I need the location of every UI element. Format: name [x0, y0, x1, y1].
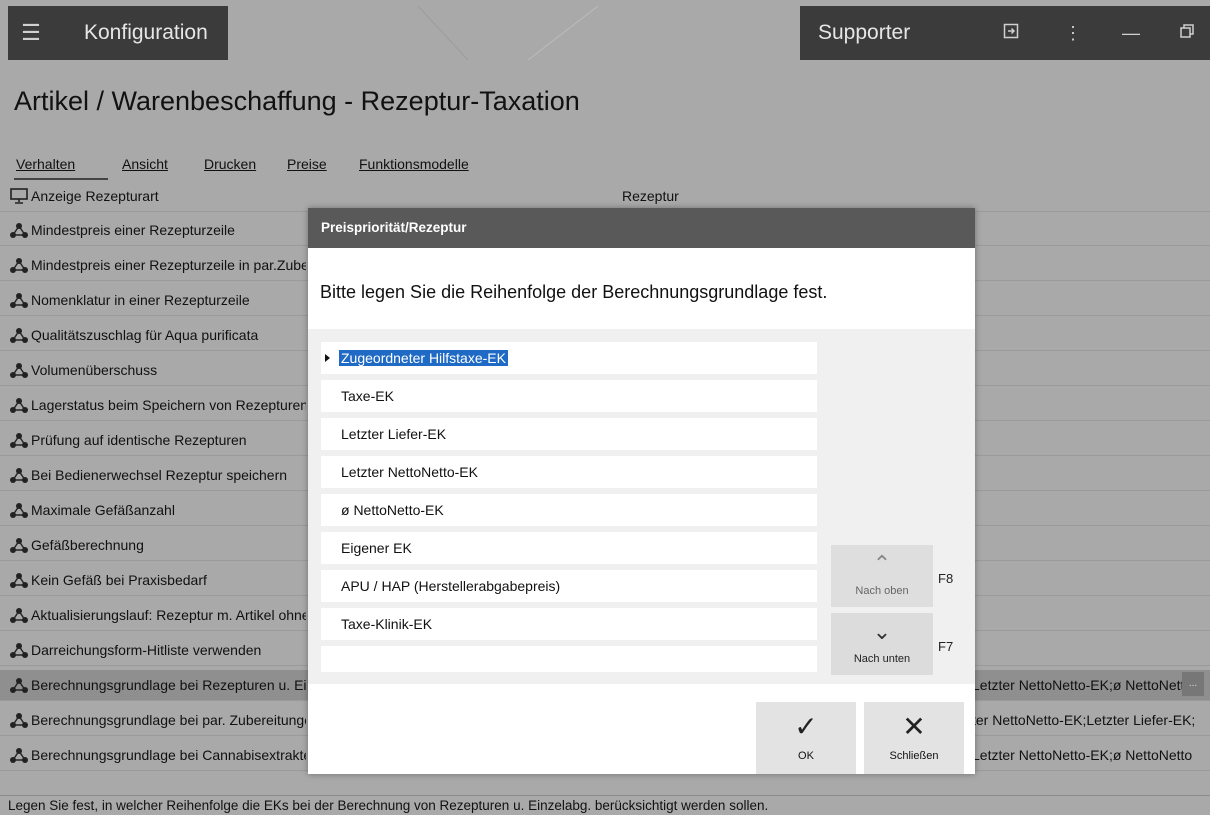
row-label: Kein Gefäß bei Praxisbedarf — [31, 572, 207, 588]
list-item[interactable]: Eigener EK — [321, 532, 817, 564]
move-down-label: Nach unten — [853, 653, 911, 665]
network-icon — [10, 713, 28, 728]
ellipsis-button[interactable]: ... — [1182, 672, 1204, 696]
network-icon — [10, 398, 28, 413]
network-icon — [10, 643, 28, 658]
network-icon — [10, 433, 28, 448]
check-icon: ✓ — [794, 711, 818, 742]
page-title: Artikel / Warenbeschaffung - Rezeptur-Ta… — [14, 86, 580, 116]
list-item-empty[interactable] — [321, 646, 817, 672]
list-item[interactable]: Letzter Liefer-EK — [321, 418, 817, 450]
dialog-body: Zugeordneter Hilfstaxe-EK Taxe-EK Letzte… — [308, 329, 975, 684]
row-label: Qualitätszuschlag für Aqua purificata — [31, 327, 259, 343]
row-label: Bei Bedienerwechsel Rezeptur speichern — [31, 467, 288, 483]
row-value: Letzter NettoNetto-EK;ø NettoNetto — [972, 747, 1193, 763]
move-down-shortcut: F7 — [938, 639, 954, 654]
list-item[interactable]: Taxe-Klinik-EK — [321, 608, 817, 640]
row-value: Rezeptur — [622, 188, 679, 204]
dialog-footer: ✓ OK ✕ Schließen — [308, 684, 975, 774]
monitor-icon — [10, 188, 28, 204]
list-item-label: Letzter NettoNetto-EK — [341, 464, 478, 480]
network-icon — [10, 538, 28, 553]
tab-funktionsmodelle[interactable]: Funktionsmodelle — [359, 156, 469, 172]
user-label[interactable]: Supporter — [818, 6, 910, 60]
move-up-button[interactable]: ⌃ Nach oben — [831, 545, 933, 607]
list-item-selected[interactable]: Zugeordneter Hilfstaxe-EK — [321, 342, 817, 374]
list-item[interactable]: APU / HAP (Herstellerabgabepreis) — [321, 570, 817, 602]
priority-list[interactable]: Zugeordneter Hilfstaxe-EK Taxe-EK Letzte… — [321, 342, 817, 672]
tab-preise[interactable]: Preise — [287, 156, 327, 172]
list-item[interactable]: Taxe-EK — [321, 380, 817, 412]
list-item-label: Taxe-EK — [341, 388, 394, 404]
network-icon — [10, 328, 28, 343]
row-label: Berechnungsgrundlage bei Rezepturen u. E… — [31, 677, 306, 693]
row-label: Darreichungsform-Hitliste verwenden — [31, 642, 262, 658]
network-icon — [10, 258, 28, 273]
list-item-label: ø NettoNetto-EK — [341, 502, 444, 518]
row-label: Aktualisierungslauf: Rezeptur m. Artikel… — [31, 607, 306, 623]
dialog-instruction: Bitte legen Sie die Reihenfolge der Bere… — [320, 282, 828, 302]
title-decoration — [417, 6, 599, 60]
row-label: Berechnungsgrundlage bei Cannabisextrakt… — [31, 747, 306, 763]
list-item-label: APU / HAP (Herstellerabgabepreis) — [341, 578, 561, 594]
more-icon[interactable]: ⋮ — [1058, 18, 1088, 48]
restore-icon[interactable] — [1172, 18, 1202, 48]
row-value: Letzter NettoNetto-EK;ø NettoNetto — [972, 677, 1193, 693]
dialog-title: Preispriorität/Rezeptur — [308, 208, 975, 248]
row-label: Maximale Gefäßanzahl — [31, 502, 175, 518]
move-down-button[interactable]: ⌄ Nach unten — [831, 613, 933, 675]
move-up-label: Nach oben — [855, 585, 909, 597]
network-icon — [10, 573, 28, 588]
move-up-shortcut: F8 — [938, 571, 954, 586]
ok-label: OK — [798, 750, 814, 762]
logout-icon[interactable] — [996, 18, 1026, 48]
title-left-panel: ☰ Konfiguration — [8, 6, 228, 60]
menu-icon[interactable]: ☰ — [16, 18, 46, 48]
network-icon — [10, 223, 28, 238]
row-label: Prüfung auf identische Rezepturen — [31, 432, 247, 448]
price-priority-dialog: Preispriorität/Rezeptur Bitte legen Sie … — [308, 208, 975, 774]
row-label: Lagerstatus beim Speichern von Rezepture… — [31, 397, 306, 413]
network-icon — [10, 363, 28, 378]
title-bar: ☰ Konfiguration Supporter ⋮ — — [0, 0, 1210, 62]
active-tab-indicator — [14, 178, 108, 180]
row-label: Volumenüberschuss — [31, 362, 158, 378]
close-button[interactable]: ✕ Schließen — [864, 702, 964, 774]
close-label: Schließen — [889, 750, 939, 762]
network-icon — [10, 503, 28, 518]
app-title: Konfiguration — [84, 21, 208, 44]
row-pointer-icon — [325, 354, 330, 362]
list-item-label: Taxe-Klinik-EK — [341, 616, 433, 632]
network-icon — [10, 748, 28, 763]
tab-drucken[interactable]: Drucken — [204, 156, 256, 172]
tab-verhalten[interactable]: Verhalten — [16, 156, 75, 172]
row-label: Anzeige Rezepturart — [31, 188, 159, 204]
list-item-label: Zugeordneter Hilfstaxe-EK — [339, 350, 508, 366]
close-icon: ✕ — [902, 711, 926, 742]
row-label: Berechnungsgrundlage bei par. Zubereitun… — [31, 712, 306, 728]
list-item[interactable]: Letzter NettoNetto-EK — [321, 456, 817, 488]
row-label: Mindestpreis einer Rezepturzeile — [31, 222, 235, 238]
ok-button[interactable]: ✓ OK — [756, 702, 856, 774]
status-bar: Legen Sie fest, in welcher Reihenfolge d… — [0, 795, 1210, 815]
chevron-up-icon: ⌃ — [872, 551, 892, 576]
list-item-label: Letzter Liefer-EK — [341, 426, 447, 442]
network-icon — [10, 678, 28, 693]
list-item[interactable]: ø NettoNetto-EK — [321, 494, 817, 526]
row-value: ter NettoNetto-EK;Letzter Liefer-EK; — [972, 712, 1196, 728]
list-item-label: Eigener EK — [341, 540, 412, 556]
tab-ansicht[interactable]: Ansicht — [122, 156, 168, 172]
network-icon — [10, 468, 28, 483]
network-icon — [10, 608, 28, 623]
row-label: Gefäßberechnung — [31, 537, 144, 553]
row-label: Mindestpreis einer Rezepturzeile in par.… — [31, 257, 306, 273]
row-label: Nomenklatur in einer Rezepturzeile — [31, 292, 250, 308]
minimize-icon[interactable]: — — [1116, 18, 1146, 48]
title-right-panel: Supporter ⋮ — — [800, 6, 1210, 60]
chevron-down-icon: ⌄ — [872, 619, 892, 644]
network-icon — [10, 293, 28, 308]
